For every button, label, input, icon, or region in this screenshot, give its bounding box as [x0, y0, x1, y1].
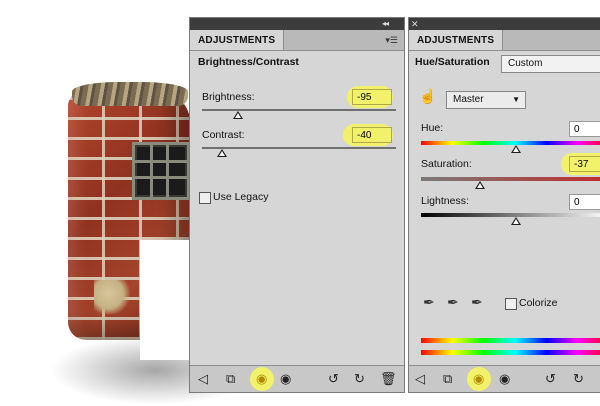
hue-label: Hue: [421, 122, 444, 134]
panel-title-bar[interactable]: ◂◂ [190, 18, 404, 30]
contrast-slider-track[interactable] [202, 147, 396, 149]
adjustments-panel-brightness: ◂◂ ADJUSTMENTS ▾☰ Brightness/Contrast Br… [189, 17, 405, 393]
saturation-slider-thumb[interactable] [475, 181, 485, 189]
panel-bottom-toolbar: ◁ ⧉ ◉ ◉ ↺ ↻ 🗑 [190, 365, 404, 392]
brick-roof-texture [72, 82, 188, 106]
channel-value: Master [453, 94, 484, 105]
section-title: Brightness/Contrast [198, 56, 299, 68]
use-legacy-label: Use Legacy [213, 191, 269, 203]
close-icon[interactable]: ✕ [411, 18, 419, 30]
contrast-slider-thumb[interactable] [217, 149, 227, 157]
channel-dropdown[interactable]: Master ▼ [446, 91, 526, 109]
lightness-input[interactable] [569, 194, 600, 210]
saturation-input[interactable] [569, 156, 600, 172]
section-title: Hue/Saturation [415, 56, 490, 68]
hue-range-bar-top [421, 338, 600, 343]
back-arrow-icon[interactable]: ◁ [415, 371, 425, 387]
clip-to-layer-icon[interactable]: ◉ [256, 371, 267, 387]
adjustments-panel-hue: ✕ ADJUSTMENTS Hue/Saturation Custom ☝ Ma… [408, 17, 600, 393]
hue-slider-thumb[interactable] [511, 145, 521, 153]
hue-input[interactable] [569, 121, 600, 137]
hue-range-bar-bottom [421, 350, 600, 355]
window-image [132, 142, 190, 200]
eyedropper-icon[interactable]: ✒ [423, 294, 435, 311]
previous-state-icon[interactable]: ↺ [328, 371, 339, 387]
expand-view-icon[interactable]: ⧉ [226, 371, 235, 387]
reset-icon[interactable]: ↻ [573, 371, 584, 387]
brightness-input[interactable] [352, 89, 392, 105]
preset-value: Custom [508, 58, 543, 69]
brightness-label: Brightness: [202, 91, 255, 103]
contrast-label: Contrast: [202, 129, 245, 141]
saturation-slider-track[interactable] [421, 177, 600, 181]
lightness-slider-thumb[interactable] [511, 217, 521, 225]
lightness-label: Lightness: [421, 195, 469, 207]
eyedropper-plus-icon[interactable]: ✒ [447, 294, 459, 311]
panel-bottom-toolbar: ◁ ⧉ ◉ ◉ ↺ ↻ [409, 365, 600, 392]
panel-title-bar[interactable]: ✕ [409, 18, 600, 30]
brightness-slider-track[interactable] [202, 109, 396, 111]
contrast-input[interactable] [352, 127, 392, 143]
saturation-label: Saturation: [421, 158, 472, 170]
plaster-patch [94, 280, 130, 314]
brightness-slider-thumb[interactable] [233, 111, 243, 119]
back-arrow-icon[interactable]: ◁ [198, 371, 208, 387]
preset-dropdown[interactable]: Custom [501, 55, 600, 73]
colorize-label: Colorize [519, 297, 558, 309]
previous-state-icon[interactable]: ↺ [545, 371, 556, 387]
clip-to-layer-icon[interactable]: ◉ [473, 371, 484, 387]
panel-menu-icon[interactable]: ▾☰ [385, 35, 398, 46]
targeted-adjustment-hand-icon[interactable]: ☝ [419, 88, 436, 105]
reset-icon[interactable]: ↻ [354, 371, 365, 387]
expand-view-icon[interactable]: ⧉ [443, 371, 452, 387]
eye-icon[interactable]: ◉ [280, 371, 291, 387]
collapse-icon[interactable]: ◂◂ [382, 18, 389, 30]
panel-tab-row: ADJUSTMENTS [409, 30, 600, 51]
colorize-checkbox[interactable] [505, 298, 517, 310]
tab-adjustments[interactable]: ADJUSTMENTS [190, 30, 285, 50]
tab-adjustments[interactable]: ADJUSTMENTS [409, 30, 504, 50]
use-legacy-checkbox[interactable] [199, 192, 211, 204]
trash-icon[interactable]: 🗑 [380, 371, 397, 387]
brick-letter-artwork [50, 80, 260, 405]
chevron-down-icon: ▼ [512, 95, 520, 104]
panel-tab-row: ADJUSTMENTS ▾☰ [190, 30, 404, 51]
eye-icon[interactable]: ◉ [499, 371, 510, 387]
eyedropper-minus-icon[interactable]: ✒ [471, 294, 483, 311]
